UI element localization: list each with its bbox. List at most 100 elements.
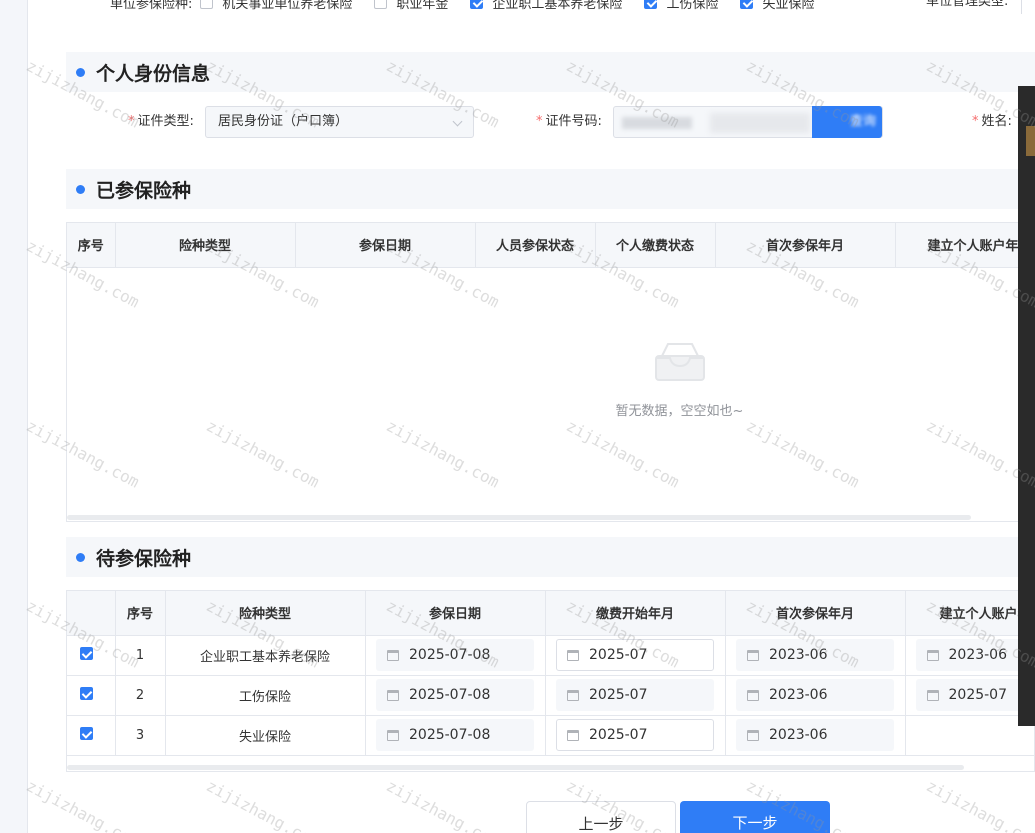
section-dot-icon	[76, 67, 85, 77]
pending-section-header: 待参保险种	[66, 537, 1035, 577]
cert-no-label: * 证件号码:	[536, 114, 602, 129]
calendar-icon	[567, 729, 579, 741]
column-header-select	[67, 591, 116, 636]
section-title: 已参保险种	[96, 179, 192, 202]
row-no: 2	[115, 675, 166, 716]
calendar-icon	[567, 649, 579, 661]
column-header: 缴费开始年月	[545, 591, 726, 636]
name-label: * 姓名:	[972, 114, 1012, 129]
first-month-field: 2023-06	[736, 679, 894, 711]
panel-thumbnail	[1026, 126, 1035, 156]
calendar-icon	[387, 689, 399, 701]
watermark: zijizhang.com	[23, 776, 143, 833]
empty-text: 暂无数据，空空如也~	[615, 403, 744, 419]
column-header: 个人缴费状态	[595, 223, 716, 268]
required-mark: *	[536, 114, 543, 129]
column-header: 参保日期	[365, 591, 546, 636]
section-title: 待参保险种	[96, 547, 192, 570]
query-button[interactable]: 查询	[812, 106, 882, 138]
prev-step-button[interactable]: 上一步	[526, 801, 676, 833]
insurance-type: 工伤保险	[165, 675, 366, 716]
column-header: 首次参保年月	[725, 591, 906, 636]
checkbox-checked[interactable]	[470, 0, 484, 9]
column-header: 险种类型	[165, 591, 366, 636]
checkbox[interactable]	[200, 0, 214, 9]
account-month-empty	[905, 715, 1034, 756]
column-header: 人员参保状态	[475, 223, 596, 268]
section-dot-icon	[76, 184, 85, 194]
column-header: 建立个人账户年月	[905, 591, 1034, 636]
cert-type-label: * 证件类型:	[128, 114, 194, 129]
pay-start-picker[interactable]: 2025-07	[556, 719, 714, 751]
insured-table: 序号 险种类型 参保日期 人员参保状态 个人缴费状态 首次参保年月 建立个人账户…	[66, 222, 1035, 522]
row-no: 1	[115, 635, 166, 676]
checkbox[interactable]	[374, 0, 388, 9]
redacted-value	[622, 117, 692, 129]
first-month-field: 2023-06	[736, 719, 894, 751]
calendar-icon	[747, 729, 759, 741]
chevron-down-icon	[452, 116, 463, 127]
side-panel	[1018, 86, 1035, 726]
empty-state: 暂无数据，空空如也~	[67, 268, 1034, 518]
redacted-value	[710, 113, 810, 133]
calendar-icon	[747, 649, 759, 661]
calendar-icon	[926, 689, 939, 701]
empty-inbox-icon	[655, 342, 705, 381]
watermark: zijizhang.com	[203, 776, 323, 833]
horizontal-scrollbar[interactable]	[67, 515, 971, 520]
unit-insurance-label: 单位参保险种:	[110, 0, 193, 12]
calendar-icon	[387, 649, 399, 661]
insure-date-field: 2025-07-08	[376, 679, 534, 711]
unit-insurance-option[interactable]: 企业职工基本养老保险	[470, 0, 622, 12]
table-header-row: 序号 险种类型 参保日期 缴费开始年月 首次参保年月 建立个人账户年月	[67, 591, 1034, 636]
table-row: 1 企业职工基本养老保险 2025-07-08 2025-07 2023-06 …	[67, 635, 1034, 676]
section-title: 个人身份信息	[96, 62, 211, 85]
calendar-icon	[747, 689, 759, 701]
row-no: 3	[115, 715, 166, 756]
calendar-icon	[387, 729, 399, 741]
table-row: 2 工伤保险 2025-07-08 2025-07 2023-06 2025-0…	[67, 675, 1034, 716]
unit-insurance-option[interactable]: 失业保险	[740, 0, 814, 12]
pending-table: 序号 险种类型 参保日期 缴费开始年月 首次参保年月 建立个人账户年月 1 企业…	[66, 590, 1035, 772]
insure-date-field: 2025-07-08	[376, 639, 534, 671]
unit-insurance-option[interactable]: 机关事业单位养老保险	[200, 0, 352, 12]
required-mark: *	[972, 114, 979, 129]
unit-insurance-option[interactable]: 职业年金	[374, 0, 448, 12]
insure-date-field: 2025-07-08	[376, 719, 534, 751]
next-step-button[interactable]: 下一步	[680, 801, 830, 833]
checkbox-checked[interactable]	[740, 0, 754, 9]
horizontal-scrollbar[interactable]	[67, 765, 964, 770]
identity-section-header: 个人身份信息	[66, 52, 1035, 92]
table-row: 3 失业保险 2025-07-08 2025-07 2023-06	[67, 715, 1034, 756]
column-header: 险种类型	[115, 223, 296, 268]
unit-insurance-option[interactable]: 工伤保险	[644, 0, 718, 12]
row-checkbox[interactable]	[79, 686, 93, 700]
row-checkbox[interactable]	[79, 646, 93, 660]
insurance-type: 失业保险	[165, 715, 366, 756]
checkbox-checked[interactable]	[644, 0, 658, 9]
column-header: 序号	[67, 223, 116, 268]
table-header-row: 序号 险种类型 参保日期 人员参保状态 个人缴费状态 首次参保年月 建立个人账户…	[67, 223, 1034, 268]
calendar-icon	[567, 689, 579, 701]
row-checkbox[interactable]	[79, 726, 93, 740]
first-month-field: 2023-06	[736, 639, 894, 671]
column-header: 参保日期	[295, 223, 476, 268]
unit-management-type-label: 单位管理类型:	[926, 0, 1009, 9]
watermark: zijizhang.com	[923, 776, 1035, 833]
unit-insurance-row: 单位参保险种: 机关事业单位养老保险 职业年金 企业职工基本养老保险 工伤保险 …	[28, 0, 1035, 14]
required-mark: *	[128, 114, 135, 129]
insured-section-header: 已参保险种	[66, 169, 1035, 209]
pay-start-field: 2025-07	[556, 679, 714, 711]
calendar-icon	[926, 649, 939, 661]
unit-management-type-select[interactable]	[1021, 0, 1035, 14]
section-dot-icon	[76, 552, 85, 562]
column-header: 序号	[115, 591, 166, 636]
left-gutter	[0, 0, 28, 833]
identity-form-row: * 证件类型: 居民身份证（户口簿） * 证件号码: 查询 * 姓名:	[66, 106, 1035, 138]
insurance-type: 企业职工基本养老保险	[165, 635, 366, 676]
cert-type-select[interactable]: 居民身份证（户口簿）	[205, 106, 474, 138]
column-header: 建立个人账户年月	[895, 223, 1034, 268]
column-header: 首次参保年月	[715, 223, 896, 268]
pay-start-picker[interactable]: 2025-07	[556, 639, 714, 671]
watermark: zijizhang.com	[383, 776, 503, 833]
